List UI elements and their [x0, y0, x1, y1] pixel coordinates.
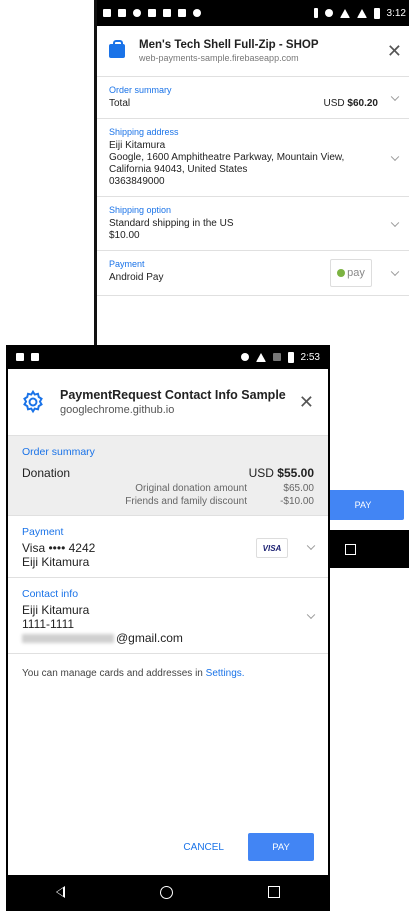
shopping-bag-icon — [109, 40, 125, 58]
back-order-summary-section[interactable]: Order summary Total USD $60.20 — [97, 77, 409, 119]
contact-phone: 1111-1111 — [22, 617, 75, 631]
section-label: Shipping option — [109, 205, 172, 215]
section-label: Payment — [22, 526, 64, 538]
settings-note: You can manage cards and addresses in Se… — [22, 668, 245, 679]
signal-icon — [356, 8, 367, 18]
donation-total: USD $55.00 — [248, 466, 314, 480]
status-time: 3:12 — [386, 7, 406, 19]
front-status-bar: 2:53 — [8, 345, 328, 369]
front-phone-screen: 2:53 PaymentRequest Contact Info Sample … — [6, 345, 330, 911]
back-shipping-option-section[interactable]: Shipping option Standard shipping in the… — [97, 197, 409, 251]
recent-apps-icon[interactable] — [268, 886, 281, 898]
merchant-title: Men's Tech Shell Full-Zip - SHOP — [139, 39, 319, 51]
section-label: Shipping address — [109, 127, 179, 137]
android-pay-icon — [337, 269, 346, 277]
photo-icon — [31, 353, 39, 361]
section-label: Order summary — [109, 85, 172, 95]
total-amount: USD $60.20 — [323, 98, 379, 109]
page-origin: googlechrome.github.io — [60, 404, 175, 416]
chevron-down-icon — [390, 218, 400, 227]
screenshot-stage: 3:12 Men's Tech Shell Full-Zip - SHOP we… — [0, 0, 409, 914]
back-pay-button[interactable]: PAY — [322, 490, 404, 520]
summary-line-item: Friends and family discount -$10.00 — [125, 496, 314, 507]
donation-label: Donation — [22, 466, 71, 480]
settings-link[interactable]: Settings. — [206, 668, 245, 679]
image-icon — [148, 9, 156, 17]
redacted-email — [22, 634, 114, 644]
wifi-icon — [255, 352, 266, 362]
image-icon — [16, 353, 24, 361]
battery-icon — [373, 7, 380, 19]
close-icon[interactable]: ✕ — [387, 42, 402, 60]
bluetooth-icon — [313, 8, 318, 18]
chevron-down-icon — [390, 267, 400, 277]
close-icon[interactable]: ✕ — [299, 393, 314, 411]
total-label: Total — [109, 98, 131, 109]
contact-name: Eiji Kitamura — [22, 603, 90, 617]
address-line: Eiji Kitamura — [109, 140, 166, 151]
do-not-disturb-icon — [240, 353, 249, 361]
section-label: Order summary — [22, 446, 95, 458]
vibrate-icon — [324, 9, 333, 17]
status-time: 2:53 — [300, 351, 320, 363]
back-status-bar: 3:12 — [97, 0, 409, 26]
address-line: 0363849000 — [109, 176, 165, 187]
pay-button[interactable]: PAY — [248, 833, 314, 861]
photo-icon — [178, 9, 186, 17]
chevron-down-icon — [306, 610, 316, 619]
back-shipping-address-section[interactable]: Shipping address Eiji Kitamura Google, 1… — [97, 119, 409, 197]
address-line: Google, 1600 Amphitheatre Parkway, Mount… — [109, 152, 345, 163]
page-title: PaymentRequest Contact Info Sample — [60, 388, 286, 402]
cast-icon — [163, 9, 171, 17]
search-icon — [193, 9, 201, 17]
order-summary-section[interactable]: Order summary Donation USD $55.00 Origin… — [8, 435, 328, 516]
address-line: California 94043, United States — [109, 164, 248, 175]
home-icon[interactable] — [159, 885, 173, 899]
shipping-option-price: $10.00 — [109, 230, 140, 241]
shipping-option-name: Standard shipping in the US — [109, 218, 234, 229]
wifi-icon — [339, 8, 350, 18]
payment-section[interactable]: Payment Visa •••• 4242 Eiji Kitamura VIS… — [8, 516, 328, 578]
back-payment-section[interactable]: Payment Android Pay pay — [97, 251, 409, 296]
contact-email: @gmail.com — [22, 631, 294, 645]
battery-icon — [287, 351, 294, 363]
recent-apps-icon[interactable] — [345, 543, 356, 555]
section-label: Contact info — [22, 588, 79, 600]
visa-badge: VISA — [256, 538, 288, 558]
no-sim-icon — [272, 353, 281, 361]
notification-icon — [118, 9, 126, 17]
chevron-down-icon — [390, 92, 400, 101]
front-nav-bar — [8, 875, 328, 909]
summary-line-item: Original donation amount $65.00 — [135, 483, 314, 494]
cancel-button[interactable]: CANCEL — [183, 842, 224, 853]
notification-icon — [103, 9, 111, 17]
back-sheet-header: Men's Tech Shell Full-Zip - SHOP web-pay… — [97, 26, 409, 77]
action-bar: CANCEL PAY — [8, 833, 328, 861]
android-pay-badge: pay — [330, 259, 372, 287]
merchant-origin: web-payments-sample.firebaseapp.com — [139, 53, 299, 63]
chevron-down-icon — [390, 152, 400, 161]
gear-icon — [23, 389, 43, 414]
card-number: Visa •••• 4242 — [22, 541, 96, 555]
contact-info-section[interactable]: Contact info Eiji Kitamura 1111-1111 @gm… — [8, 578, 328, 654]
back-icon[interactable] — [55, 886, 65, 898]
location-icon — [133, 9, 141, 17]
chevron-down-icon — [306, 541, 316, 550]
cardholder-name: Eiji Kitamura — [22, 555, 90, 569]
payment-sheet-header: PaymentRequest Contact Info Sample googl… — [8, 369, 328, 435]
